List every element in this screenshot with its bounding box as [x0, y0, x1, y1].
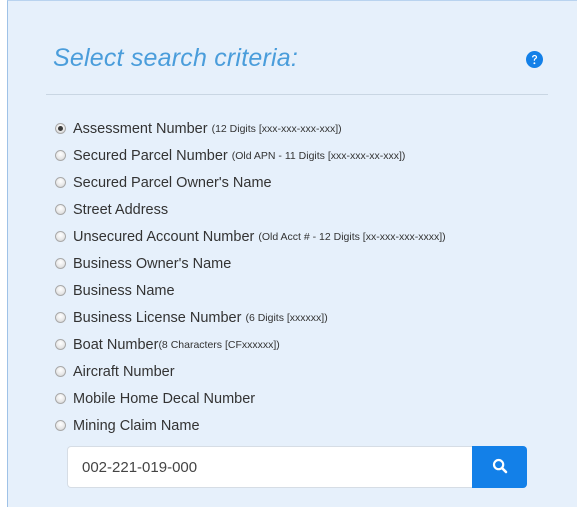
option-boat-number[interactable]: Boat Number (8 Characters [CFxxxxxx])	[55, 331, 565, 358]
option-label: Secured Parcel Owner's Name	[73, 174, 272, 191]
option-secured-parcel-number[interactable]: Secured Parcel Number (Old APN - 11 Digi…	[55, 142, 565, 169]
option-label: Assessment Number	[73, 120, 208, 137]
radio-button[interactable]	[55, 123, 66, 134]
radio-button[interactable]	[55, 258, 66, 269]
radio-button[interactable]	[55, 150, 66, 161]
radio-button[interactable]	[55, 312, 66, 323]
option-business-owner-name[interactable]: Business Owner's Name	[55, 250, 565, 277]
option-assessment-number[interactable]: Assessment Number (12 Digits [xxx-xxx-xx…	[55, 115, 565, 142]
option-label: Street Address	[73, 201, 169, 218]
option-label: Business Name	[73, 282, 175, 299]
option-format-note: (6 Digits [xxxxxx])	[245, 311, 328, 324]
option-format-note: (12 Digits [xxx-xxx-xxx-xxx])	[211, 122, 342, 135]
page-title: Select search criteria:	[53, 44, 298, 72]
option-format-note: (Old APN - 11 Digits [xxx-xxx-xx-xxx])	[231, 149, 406, 162]
search-button[interactable]	[472, 446, 527, 488]
option-business-license-number[interactable]: Business License Number (6 Digits [xxxxx…	[55, 304, 565, 331]
radio-button[interactable]	[55, 204, 66, 215]
radio-button[interactable]	[55, 420, 66, 431]
criteria-radio-group: Assessment Number (12 Digits [xxx-xxx-xx…	[55, 115, 565, 439]
radio-button[interactable]	[55, 177, 66, 188]
search-bar	[67, 446, 527, 488]
radio-button[interactable]	[55, 393, 66, 404]
option-mining-claim-name[interactable]: Mining Claim Name	[55, 412, 565, 439]
option-street-address[interactable]: Street Address	[55, 196, 565, 223]
option-label: Business License Number	[73, 309, 242, 326]
option-business-name[interactable]: Business Name	[55, 277, 565, 304]
option-secured-parcel-owner-name[interactable]: Secured Parcel Owner's Name	[55, 169, 565, 196]
option-label: Unsecured Account Number	[73, 228, 255, 245]
option-format-note: (8 Characters [CFxxxxxx])	[158, 338, 280, 351]
radio-button[interactable]	[55, 339, 66, 350]
question-circle-icon[interactable]	[526, 51, 543, 68]
option-label: Business Owner's Name	[73, 255, 232, 272]
search-input[interactable]	[67, 446, 472, 488]
radio-button[interactable]	[55, 231, 66, 242]
title-divider	[46, 94, 548, 95]
option-unsecured-account-number[interactable]: Unsecured Account Number (Old Acct # - 1…	[55, 223, 565, 250]
option-label: Secured Parcel Number	[73, 147, 228, 164]
option-label: Boat Number	[73, 336, 159, 353]
search-icon	[492, 458, 508, 477]
option-label: Mobile Home Decal Number	[73, 390, 256, 407]
option-label: Mining Claim Name	[73, 417, 200, 434]
option-mobile-home-decal-number[interactable]: Mobile Home Decal Number	[55, 385, 565, 412]
option-aircraft-number[interactable]: Aircraft Number	[55, 358, 565, 385]
option-label: Aircraft Number	[73, 363, 175, 380]
radio-button[interactable]	[55, 366, 66, 377]
search-criteria-panel: Select search criteria: Assessment Numbe…	[7, 0, 577, 507]
radio-button[interactable]	[55, 285, 66, 296]
option-format-note: (Old Acct # - 12 Digits [xx-xxx-xxx-xxxx…	[258, 230, 446, 243]
